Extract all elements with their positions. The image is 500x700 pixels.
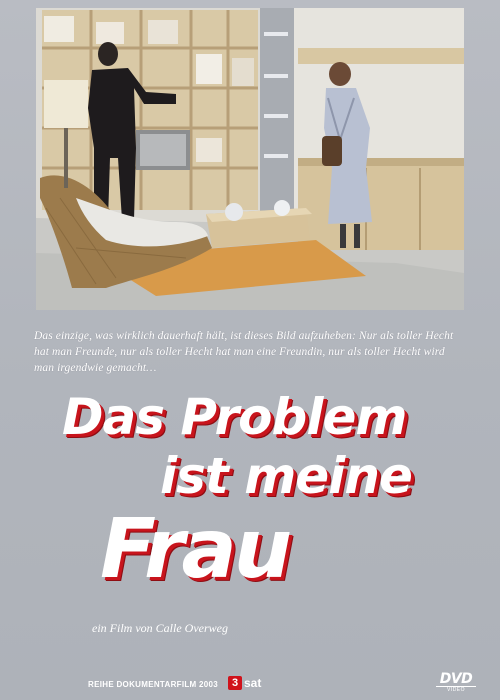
dvd-logo-subtext: VIDEO: [436, 686, 476, 694]
director-credit: ein Film von Calle Overweg: [92, 621, 228, 635]
dvd-logo-icon: DVD VIDEO: [430, 672, 482, 694]
3sat-logo-icon: 3 sat: [228, 676, 261, 690]
3sat-logo-text: sat: [244, 676, 262, 690]
title-line-2: ist meine: [160, 447, 413, 505]
3sat-logo-digit: 3: [228, 676, 242, 690]
dvd-logo-text: DVD: [439, 671, 473, 687]
cover-photo: [36, 8, 464, 310]
dvd-cover: Das einzige, was wirklich dauerhaft hält…: [0, 0, 500, 700]
tagline-text: Das einzige, was wirklich dauerhaft hält…: [34, 330, 454, 374]
title-line-1: Das Problem: [62, 388, 407, 446]
showroom-photo-image: [36, 8, 464, 310]
title-line-3: Frau: [100, 502, 292, 597]
series-label: REIHE DOKUMENTARFILM 2003: [88, 680, 219, 689]
